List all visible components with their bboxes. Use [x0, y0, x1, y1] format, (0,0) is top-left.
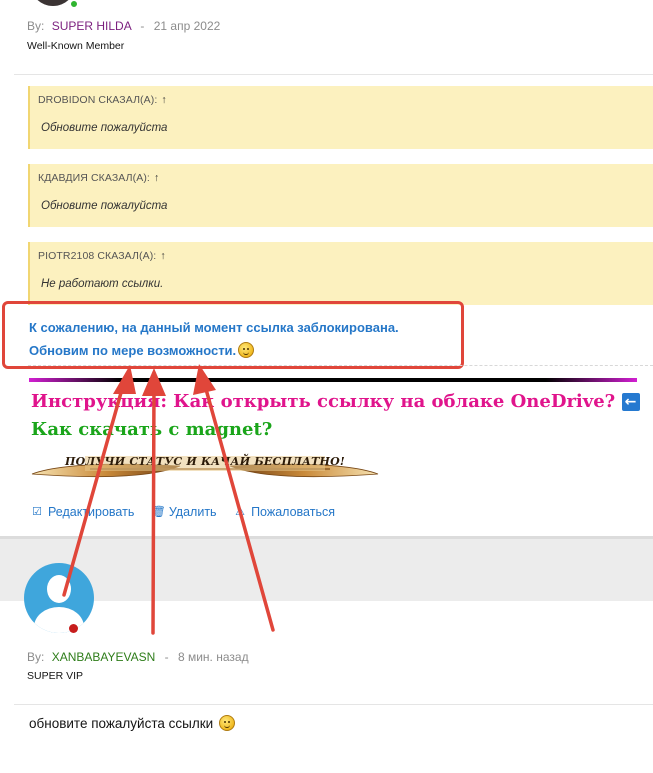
post-meta: By: XANBABAYEVASN - 8 мин. назад [27, 650, 249, 664]
quote-block: DROBIDON СКАЗАЛ(А): ↑ Обновите пожалуйста [28, 86, 653, 149]
post-2 [0, 601, 653, 773]
post-separator [0, 536, 653, 601]
post-1: By: SUPER HILDA - 21 апр 2022 Well-Known… [0, 0, 653, 536]
post-meta: By: SUPER HILDA - 21 апр 2022 [27, 19, 220, 33]
magnet-link[interactable]: Как скачать с magnet? [31, 419, 272, 440]
post-separator-edge [0, 536, 653, 539]
user-title: Well-Known Member [27, 40, 125, 52]
avatar[interactable] [24, 563, 94, 633]
delete-button[interactable]: 🗑 Удалить [152, 505, 217, 519]
jump-up-icon: ↑ [161, 94, 167, 106]
quote-header[interactable]: PIOTR2108 СКАЗАЛ(А): ↑ [38, 250, 166, 262]
meta-separator: - [164, 650, 169, 664]
jump-up-icon: ↑ [160, 250, 166, 262]
smile-emoji-icon [218, 715, 235, 731]
post-date[interactable]: 21 апр 2022 [154, 19, 221, 33]
quote-block: PIOTR2108 СКАЗАЛ(А): ↑ Не работают ссылки… [28, 242, 653, 305]
back-arrow-icon: ← [621, 393, 640, 411]
meta-separator: - [140, 19, 145, 33]
trash-icon: 🗑 [151, 506, 166, 518]
instruction-link[interactable]: Инструкция: Как открыть ссылку на облаке… [31, 391, 640, 412]
post-body: обновите пожалуйста ссылки [29, 715, 235, 731]
banner-text: ПОЛУЧИ СТАТУС И КАЧАЙ БЕСПЛАТНО! [65, 455, 345, 468]
post-time[interactable]: 8 мин. назад [178, 650, 249, 664]
author-link[interactable]: XANBABAYEVASN [52, 650, 156, 664]
post-actions: ☑ Редактировать 🗑 Удалить ⚠ Пожаловаться [31, 504, 349, 519]
by-label: By: [27, 19, 45, 33]
online-status-dot [70, 0, 78, 8]
divider [14, 704, 653, 705]
divider [14, 74, 653, 75]
default-user-avatar-icon [24, 563, 94, 633]
annotation-highlight-box [2, 301, 464, 369]
report-button[interactable]: ⚠ Пожаловаться [234, 505, 335, 519]
edit-icon: ☑ [32, 506, 42, 518]
jump-up-icon: ↑ [153, 172, 160, 184]
quote-text: Не работают ссылки. [41, 278, 164, 290]
signature-gradient-line [29, 378, 637, 382]
quote-text: Обновите пожалуйста [41, 122, 168, 134]
warning-icon: ⚠ [235, 506, 245, 518]
offline-status-dot [69, 624, 78, 633]
quote-header[interactable]: DROBIDON СКАЗАЛ(А): ↑ [38, 94, 167, 106]
quote-text: Обновите пожалуйста [41, 200, 168, 212]
quote-block: КДАВДИЯ СКАЗАЛ(А): ↑ Обновите пожалуйста [28, 164, 653, 227]
signature-divider [28, 365, 653, 366]
user-title: SUPER VIP [27, 670, 84, 682]
edit-button[interactable]: ☑ Редактировать [31, 505, 134, 519]
quote-header[interactable]: КДАВДИЯ СКАЗАЛ(А): ↑ [38, 172, 159, 184]
author-link[interactable]: SUPER HILDA [52, 19, 131, 33]
status-banner[interactable]: ПОЛУЧИ СТАТУС И КАЧАЙ БЕСПЛАТНО! [30, 452, 380, 484]
by-label: By: [27, 650, 45, 664]
